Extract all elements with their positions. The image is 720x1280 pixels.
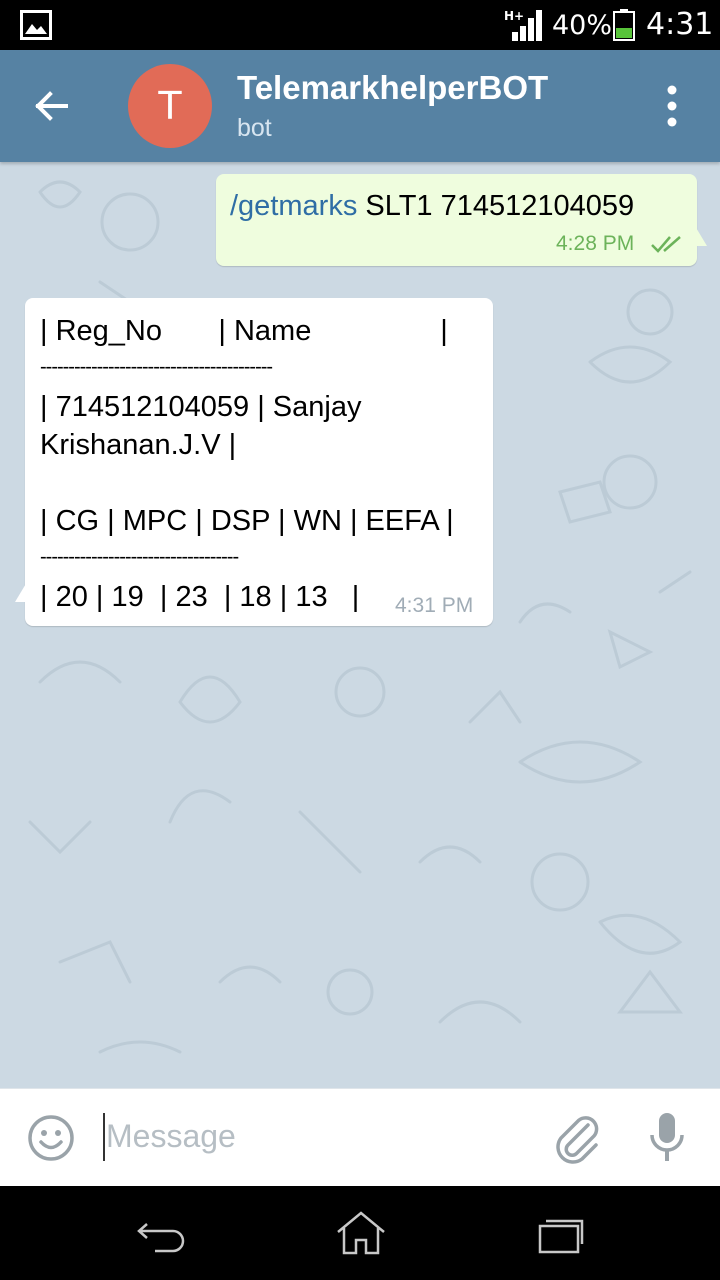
message-list[interactable]: /getmarks SLT1 714512104059 4:28 PM | Re… xyxy=(0,162,720,1088)
message-line: | 714512104059 | Sanjay xyxy=(40,391,362,423)
message-time: 4:28 PM xyxy=(556,232,635,255)
message-composer: Message xyxy=(0,1088,720,1186)
message-line: | CG | MPC | DSP | WN | EEFA | xyxy=(40,505,454,537)
bubble-tail xyxy=(15,582,27,602)
incoming-message[interactable]: | Reg_No | Name | ----------------------… xyxy=(15,298,493,626)
double-check-icon xyxy=(651,236,681,253)
paperclip-icon[interactable] xyxy=(552,1111,602,1165)
chat-subtitle: bot xyxy=(237,114,272,142)
signal-icon: H+ xyxy=(504,9,542,41)
message-line: Krishanan.J.V | xyxy=(40,429,237,461)
message-line: | Reg_No | Name | xyxy=(40,315,448,347)
mic-icon[interactable] xyxy=(648,1111,686,1165)
message-input[interactable]: Message xyxy=(106,1115,236,1157)
battery-percent: 40% xyxy=(552,10,613,41)
command-args: SLT1 714512104059 xyxy=(357,190,635,222)
text-cursor xyxy=(103,1113,105,1161)
gallery-icon xyxy=(20,10,52,40)
message-time: 4:31 PM xyxy=(395,594,474,617)
bubble-tail xyxy=(695,226,707,246)
chat-header: T TelemarkhelperBOT bot xyxy=(0,50,720,162)
battery-icon xyxy=(613,9,635,41)
nav-back-icon[interactable] xyxy=(133,1216,187,1256)
outgoing-message-text: /getmarks SLT1 714512104059 xyxy=(230,188,634,224)
status-bar: H+ 40% 4:31 xyxy=(0,0,720,50)
outgoing-message[interactable]: /getmarks SLT1 714512104059 4:28 PM xyxy=(216,174,707,266)
network-type-label: H+ xyxy=(504,9,524,23)
message-line: | 20 | 19 | 23 | 18 | 13 | xyxy=(40,581,360,613)
status-clock: 4:31 xyxy=(646,7,714,42)
nav-home-icon[interactable] xyxy=(334,1210,388,1256)
emoji-icon[interactable] xyxy=(26,1113,76,1163)
chat-title[interactable]: TelemarkhelperBOT xyxy=(237,68,548,108)
nav-recent-icon[interactable] xyxy=(534,1214,586,1256)
bot-command-link[interactable]: /getmarks xyxy=(230,190,357,222)
more-vert-icon[interactable] xyxy=(650,80,694,132)
back-arrow-icon[interactable] xyxy=(24,78,80,134)
system-nav-bar xyxy=(0,1186,720,1280)
message-line: ----------------------------------- xyxy=(40,546,239,568)
avatar[interactable]: T xyxy=(128,64,212,148)
message-line: ----------------------------------------… xyxy=(40,356,273,378)
